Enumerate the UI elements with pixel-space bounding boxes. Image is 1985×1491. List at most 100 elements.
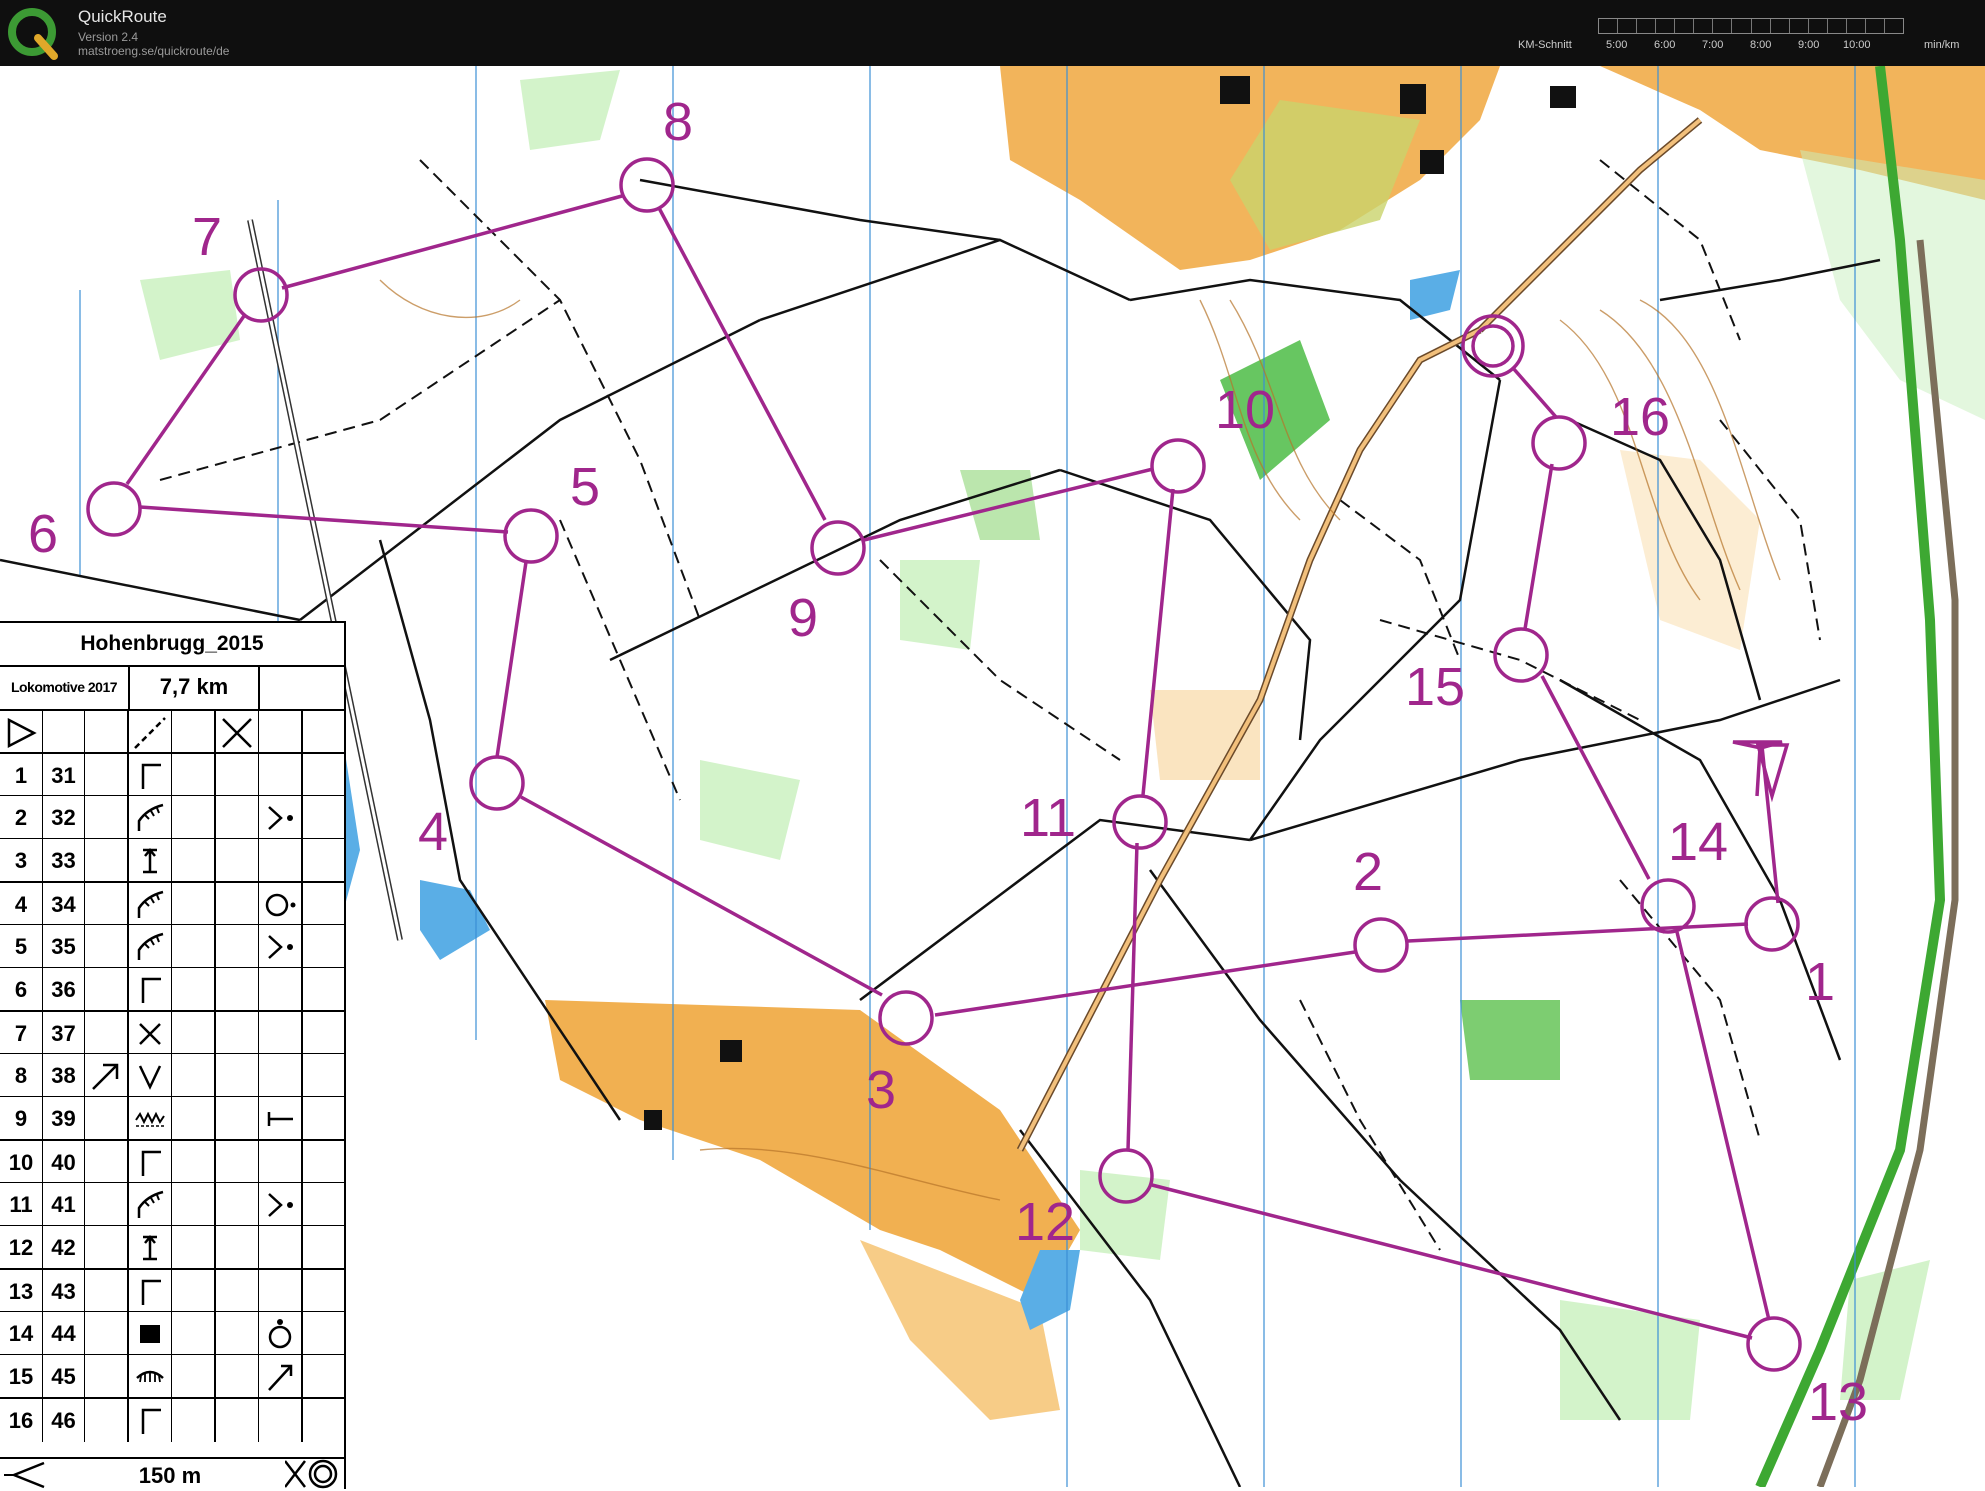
wall-icon bbox=[129, 1097, 172, 1140]
pace-scale-label: KM-Schnitt bbox=[1518, 39, 1572, 51]
junction-icon bbox=[259, 1183, 303, 1226]
control-code: 44 bbox=[43, 1312, 85, 1355]
app-url: matstroeng.se/quickroute/de bbox=[78, 44, 230, 58]
Γ-corner-icon bbox=[129, 968, 172, 1011]
direction-cell bbox=[85, 1312, 129, 1355]
start-triangle-icon bbox=[0, 711, 43, 754]
description-row: 2 32 bbox=[0, 795, 344, 839]
Γ-corner-icon bbox=[129, 1141, 172, 1184]
description-row: 3 33 bbox=[0, 838, 344, 882]
control-number: 8 bbox=[663, 92, 693, 152]
control-number: 9 bbox=[788, 588, 818, 648]
Γ-corner-icon bbox=[129, 754, 172, 797]
control-number: 13 bbox=[1808, 1372, 1868, 1432]
control-sequence: 7 bbox=[0, 1012, 43, 1055]
pace-scale-bar bbox=[1598, 18, 1904, 34]
direction-cell bbox=[85, 968, 129, 1011]
control-number: 6 bbox=[28, 504, 58, 564]
control-number: 4 bbox=[418, 802, 448, 862]
description-row: 8 38 bbox=[0, 1053, 344, 1097]
direction-cell bbox=[85, 883, 129, 926]
direction-cell bbox=[85, 1226, 129, 1269]
control-code: 32 bbox=[43, 796, 85, 839]
Γ-corner-icon bbox=[129, 1399, 172, 1442]
circle-dot-icon bbox=[259, 883, 303, 926]
cliff-icon bbox=[129, 925, 172, 968]
control-code: 31 bbox=[43, 754, 85, 797]
control-number: 5 bbox=[570, 457, 600, 517]
description-row: 15 45 bbox=[0, 1354, 344, 1398]
control-code: 42 bbox=[43, 1226, 85, 1269]
control-code: 43 bbox=[43, 1270, 85, 1313]
building-icon bbox=[129, 1312, 172, 1355]
pace-tick: 10:00 bbox=[1843, 39, 1871, 51]
v-depression-icon bbox=[129, 1054, 172, 1097]
scale-text: 150 m bbox=[138, 1463, 202, 1488]
control-number: 10 bbox=[1215, 380, 1275, 440]
eye-icon bbox=[129, 1355, 172, 1398]
direction-cell bbox=[85, 1183, 129, 1226]
location-cell bbox=[259, 754, 303, 797]
control-sequence: 16 bbox=[0, 1399, 43, 1442]
location-cell bbox=[259, 1399, 303, 1442]
direction-cell bbox=[85, 1355, 129, 1398]
control-number: 11 bbox=[1020, 788, 1076, 848]
pace-unit: min/km bbox=[1924, 39, 1960, 51]
app-title-bar: QuickRoute Version 2.4 matstroeng.se/qui… bbox=[0, 0, 1985, 66]
description-row: 5 35 bbox=[0, 924, 344, 968]
club-name: Lokomotive 2017 bbox=[10, 679, 118, 695]
app-title: QuickRoute bbox=[78, 7, 167, 26]
control-code: 34 bbox=[43, 883, 85, 926]
cliff-icon bbox=[129, 1183, 172, 1226]
description-row: 16 46 bbox=[0, 1397, 344, 1442]
control-number: 1 bbox=[1805, 952, 1835, 1012]
control-sequence: 12 bbox=[0, 1226, 43, 1269]
control-code: 45 bbox=[43, 1355, 85, 1398]
control-sequence: 13 bbox=[0, 1270, 43, 1313]
control-sequence: 14 bbox=[0, 1312, 43, 1355]
description-row: 7 37 bbox=[0, 1010, 344, 1055]
control-sequence: 2 bbox=[0, 796, 43, 839]
description-row: 14 44 bbox=[0, 1311, 344, 1355]
control-sequence: 9 bbox=[0, 1097, 43, 1140]
post-icon bbox=[129, 1226, 172, 1269]
direction-cell bbox=[85, 1270, 129, 1313]
control-code: 36 bbox=[43, 968, 85, 1011]
path-icon bbox=[129, 711, 172, 754]
pace-tick: 7:00 bbox=[1702, 39, 1724, 51]
location-cell bbox=[259, 1226, 303, 1269]
start-row bbox=[0, 709, 344, 754]
control-code: 35 bbox=[43, 925, 85, 968]
location-cell bbox=[259, 1270, 303, 1313]
location-cell bbox=[259, 1141, 303, 1184]
crossing-icon bbox=[216, 711, 259, 754]
control-sequence: 10 bbox=[0, 1141, 43, 1184]
app-version: Version 2.4 bbox=[78, 30, 139, 44]
direction-cell bbox=[85, 1012, 129, 1055]
control-number: 12 bbox=[1015, 1192, 1075, 1252]
location-cell bbox=[259, 1054, 303, 1097]
control-number: 16 bbox=[1610, 387, 1670, 447]
control-code: 37 bbox=[43, 1012, 85, 1055]
control-code: 38 bbox=[43, 1054, 85, 1097]
control-number: 15 bbox=[1405, 657, 1465, 717]
description-row: 6 36 bbox=[0, 967, 344, 1011]
location-cell bbox=[259, 968, 303, 1011]
location-cell bbox=[259, 1012, 303, 1055]
description-row: 10 40 bbox=[0, 1139, 344, 1184]
control-sequence: 15 bbox=[0, 1355, 43, 1398]
corner-icon bbox=[259, 1355, 303, 1398]
control-sequence: 8 bbox=[0, 1054, 43, 1097]
pace-tick: 9:00 bbox=[1798, 39, 1820, 51]
control-sequence: 11 bbox=[0, 1183, 43, 1226]
quickroute-logo-icon bbox=[8, 8, 58, 60]
junction-icon bbox=[259, 925, 303, 968]
direction-cell bbox=[85, 925, 129, 968]
control-code: 41 bbox=[43, 1183, 85, 1226]
start-mark-icon bbox=[4, 1461, 45, 1489]
description-row: 12 42 bbox=[0, 1225, 344, 1269]
control-number: 14 bbox=[1668, 812, 1728, 872]
description-row: 11 41 bbox=[0, 1182, 344, 1226]
control-code: 40 bbox=[43, 1141, 85, 1184]
direction-cell bbox=[85, 796, 129, 839]
